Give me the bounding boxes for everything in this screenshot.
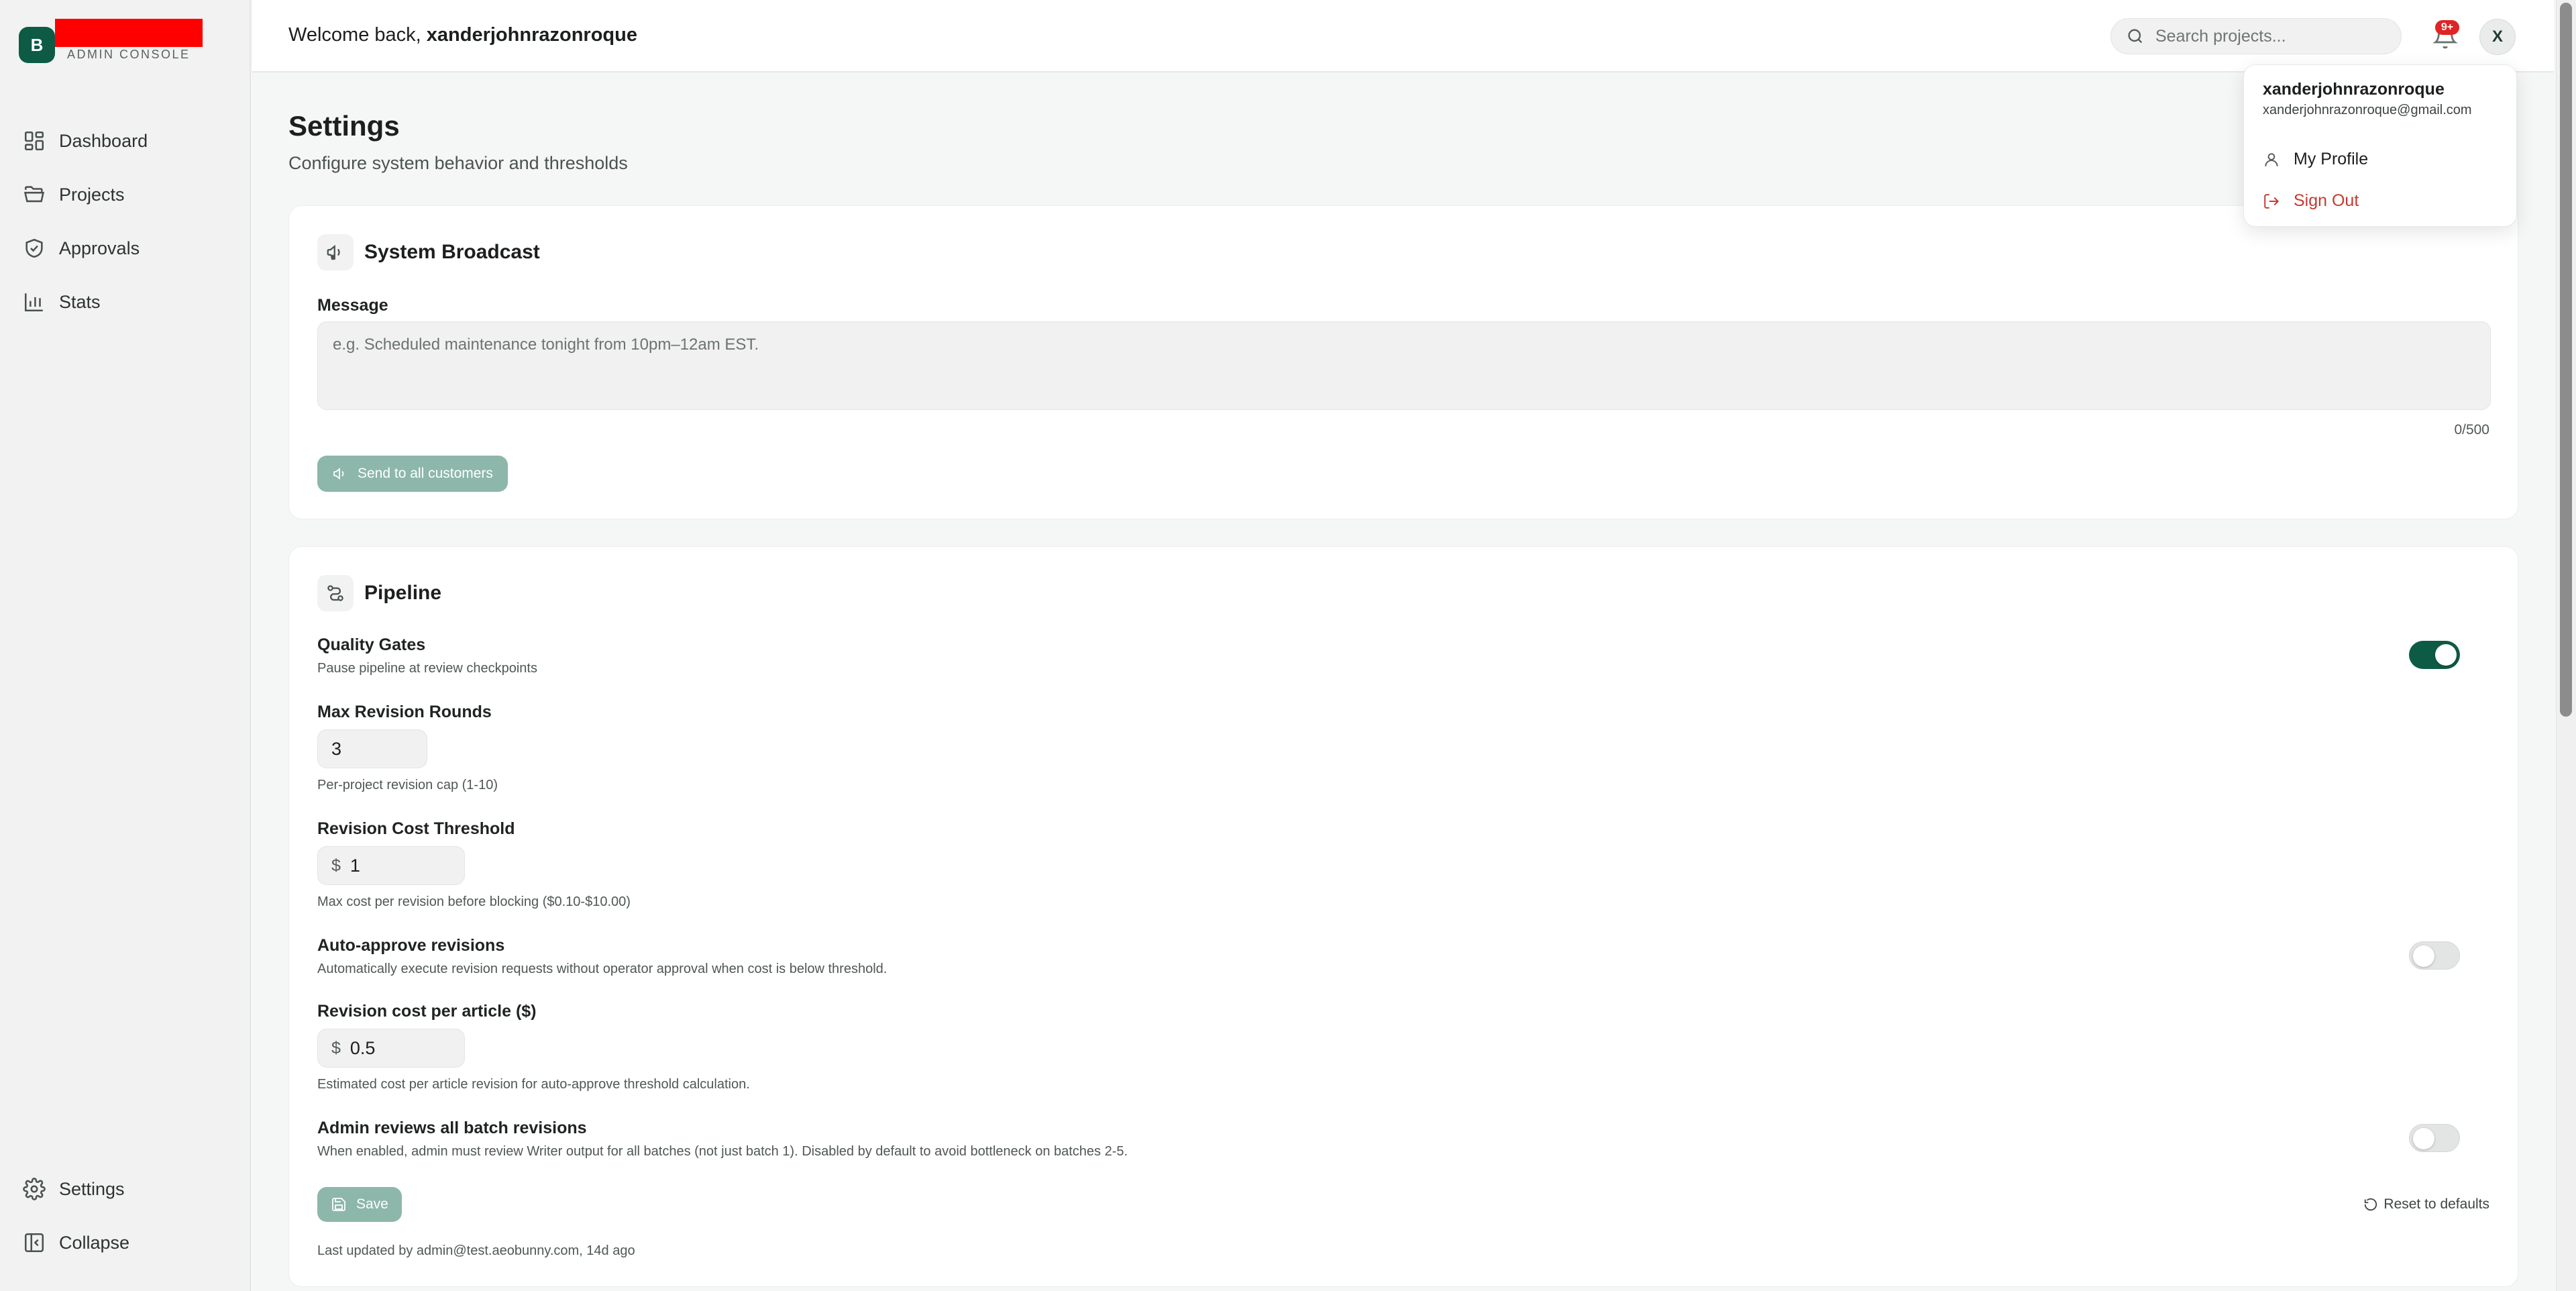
- sidebar-item-approvals[interactable]: Approvals: [0, 221, 251, 275]
- sidebar-nav: Dashboard Projects Approvals Stats: [0, 114, 251, 329]
- sidebar: B ADMIN CONSOLE Dashboard Projects Appro…: [0, 0, 251, 1291]
- user-icon: [2265, 152, 2278, 166]
- toggle-knob: [2435, 644, 2457, 666]
- sidebar-bottom-nav: Settings Collapse: [0, 1162, 251, 1270]
- quality-gates-help: Pause pipeline at review checkpoints: [317, 661, 537, 676]
- max-revision-rounds-input[interactable]: [331, 738, 398, 760]
- character-counter: 0/500: [2454, 422, 2489, 437]
- brand[interactable]: B ADMIN CONSOLE: [19, 19, 220, 66]
- gear-icon: [23, 1178, 46, 1200]
- scrollbar-thumb[interactable]: [2560, 3, 2572, 717]
- toggle-knob: [2413, 1128, 2434, 1149]
- reset-icon: [2365, 1198, 2377, 1211]
- send-to-all-button[interactable]: Send to all customers: [317, 456, 508, 492]
- dashboard-grid-icon: [24, 131, 44, 151]
- brand-subtitle: ADMIN CONSOLE: [67, 48, 191, 61]
- reset-to-defaults-link[interactable]: Reset to defaults: [2363, 1196, 2489, 1212]
- card-title: Pipeline: [364, 582, 442, 604]
- save-icon: [332, 1198, 345, 1211]
- save-button-label: Save: [356, 1196, 388, 1212]
- bar-chart-icon: [24, 293, 43, 312]
- auto-approve-label: Auto-approve revisions: [317, 936, 505, 955]
- quality-gates-label: Quality Gates: [317, 635, 426, 654]
- revision-cost-threshold-help: Max cost per revision before blocking ($…: [317, 894, 631, 909]
- search-input[interactable]: [2155, 26, 2397, 46]
- sidebar-item-settings[interactable]: Settings: [0, 1162, 251, 1216]
- send-button-label: Send to all customers: [358, 466, 493, 481]
- card-header: Pipeline: [317, 575, 441, 611]
- page-subtitle: Configure system behavior and thresholds: [288, 153, 628, 173]
- card-header: System Broadcast: [317, 234, 540, 270]
- revision-cost-threshold-field[interactable]: $: [317, 846, 465, 885]
- top-bar: Welcome back, xanderjohnrazonroque: [252, 0, 2554, 72]
- revision-cost-per-article-field[interactable]: $: [317, 1029, 465, 1068]
- revision-cost-threshold-label: Revision Cost Threshold: [317, 819, 515, 838]
- panel-collapse-icon: [24, 1233, 44, 1253]
- user-menu-dropdown: xanderjohnrazonroque xanderjohnrazonroqu…: [2243, 64, 2517, 227]
- sign-out-menu-item[interactable]: Sign Out: [2263, 191, 2359, 211]
- user-menu-name: xanderjohnrazonroque: [2263, 80, 2445, 99]
- route-icon: [327, 585, 343, 601]
- sidebar-item-label: Dashboard: [59, 130, 148, 151]
- sidebar-item-label: Collapse: [59, 1232, 130, 1253]
- auto-approve-help: Automatically execute revision requests …: [317, 962, 888, 976]
- search-icon: [2128, 29, 2143, 44]
- sidebar-item-label: Projects: [59, 184, 125, 205]
- system-broadcast-card: System Broadcast Message 0/500 Send to a…: [288, 205, 2518, 519]
- brand-logo: B: [19, 27, 55, 63]
- sidebar-item-dashboard[interactable]: Dashboard: [0, 114, 251, 168]
- max-revision-rounds-label: Max Revision Rounds: [317, 703, 492, 721]
- revision-cost-per-article-input[interactable]: [350, 1037, 417, 1059]
- admin-reviews-all-label: Admin reviews all batch revisions: [317, 1119, 587, 1137]
- welcome-message: Welcome back, xanderjohnrazonroque: [288, 24, 637, 46]
- user-menu-email: xanderjohnrazonroque@gmail.com: [2263, 103, 2472, 117]
- sidebar-item-collapse[interactable]: Collapse: [0, 1216, 251, 1270]
- revision-cost-threshold-input[interactable]: [350, 855, 417, 876]
- folder-open-icon: [23, 186, 45, 203]
- admin-reviews-all-help: When enabled, admin must review Writer o…: [317, 1144, 1128, 1159]
- brand-name-redacted: [55, 19, 203, 47]
- auto-approve-toggle[interactable]: [2409, 941, 2460, 970]
- menu-item-label: Sign Out: [2294, 191, 2359, 210]
- revision-cost-per-article-label: Revision cost per article ($): [317, 1002, 537, 1021]
- reset-label: Reset to defaults: [2383, 1196, 2489, 1212]
- megaphone-icon: [333, 468, 344, 480]
- pipeline-card: Pipeline Quality Gates Pause pipeline at…: [288, 546, 2518, 1287]
- megaphone-icon: [327, 244, 340, 260]
- sign-out-icon: [2264, 193, 2279, 209]
- currency-symbol: $: [331, 1038, 341, 1057]
- revision-cost-per-article-help: Estimated cost per article revision for …: [317, 1077, 750, 1092]
- sidebar-item-label: Approvals: [59, 238, 140, 258]
- admin-reviews-all-toggle[interactable]: [2409, 1124, 2460, 1152]
- save-button[interactable]: Save: [317, 1187, 402, 1222]
- search-box[interactable]: [2110, 18, 2402, 54]
- page-title: Settings: [288, 110, 400, 142]
- welcome-prefix: Welcome back,: [288, 24, 427, 46]
- toggle-knob: [2413, 945, 2434, 967]
- menu-item-label: My Profile: [2294, 150, 2369, 168]
- broadcast-message-input[interactable]: [317, 321, 2491, 410]
- max-revision-rounds-field[interactable]: [317, 729, 427, 768]
- sidebar-item-label: Settings: [59, 1178, 125, 1199]
- avatar[interactable]: X: [2479, 19, 2516, 55]
- notification-badge: 9+: [2435, 20, 2459, 35]
- welcome-username: xanderjohnrazonroque: [426, 24, 637, 46]
- card-title: System Broadcast: [364, 241, 540, 263]
- shield-check-icon: [25, 238, 43, 258]
- max-revision-rounds-help: Per-project revision cap (1-10): [317, 778, 498, 792]
- megaphone-icon-box: [317, 234, 354, 270]
- route-icon-box: [317, 575, 354, 611]
- sidebar-item-stats[interactable]: Stats: [0, 275, 251, 329]
- currency-symbol: $: [331, 856, 341, 875]
- sidebar-item-projects[interactable]: Projects: [0, 168, 251, 221]
- message-label: Message: [317, 296, 388, 315]
- sidebar-item-label: Stats: [59, 291, 101, 312]
- last-updated-text: Last updated by admin@test.aeobunny.com,…: [317, 1243, 635, 1258]
- my-profile-menu-item[interactable]: My Profile: [2263, 150, 2368, 169]
- quality-gates-toggle[interactable]: [2409, 641, 2460, 669]
